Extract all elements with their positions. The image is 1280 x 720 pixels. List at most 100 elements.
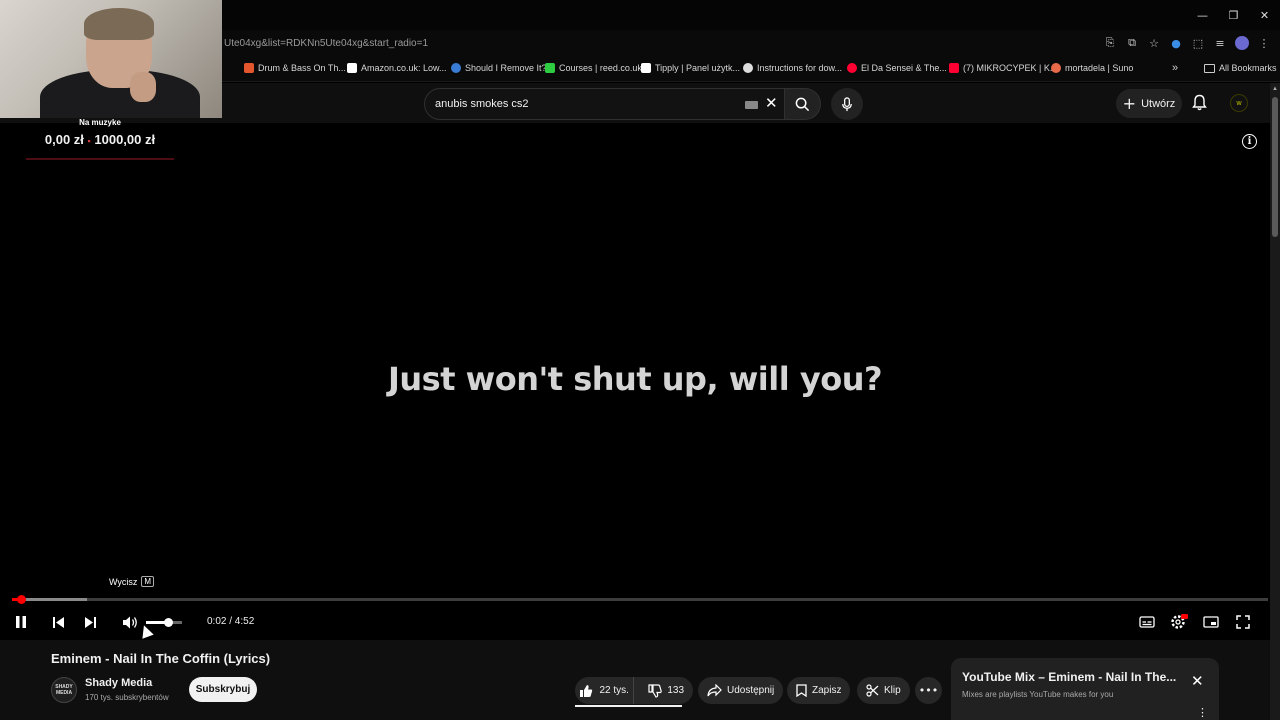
search-box[interactable]: anubis smokes cs2 ✕ [424,88,785,120]
star-icon[interactable]: ☆ [1146,35,1162,51]
pause-button[interactable] [10,611,32,633]
folder-icon [1204,63,1215,73]
donation-separator: ▪ [87,136,91,146]
share-button[interactable]: Udostępnij [698,677,784,704]
more-bookmarks-icon[interactable]: » [1172,62,1178,74]
profile-icon[interactable] [1234,35,1250,51]
install-app-icon[interactable]: ⎘ [1102,35,1118,51]
window-controls: — ❐ ✕ [1187,0,1280,30]
subscribe-button[interactable]: Subskrybuj [189,677,257,702]
youtube-mix-panel[interactable]: YouTube Mix – Eminem - Nail In The... Mi… [951,658,1219,720]
restore-icon[interactable]: ❐ [1218,0,1249,30]
webcam-person-hair [84,8,154,40]
next-icon [84,616,96,628]
bookmark-item[interactable]: (7) MIKROCYPEK | K... [949,63,1057,73]
progress-bar[interactable] [12,595,1268,604]
close-window-icon[interactable]: ✕ [1249,0,1280,30]
clip-button[interactable]: Klip [857,677,910,704]
bookmark-favicon-icon [1051,63,1061,73]
more-vertical-icon[interactable]: ⋮ [1197,706,1208,719]
shortcut-key: M [141,576,155,587]
bookmark-favicon-icon [743,63,753,73]
scrollbar-thumb[interactable] [1272,97,1278,237]
page-scrollbar[interactable]: ▲ [1270,83,1280,720]
donation-progress-bar [26,158,174,160]
bookmark-item[interactable]: Courses | reed.co.uk [545,63,642,73]
voice-search-button[interactable] [831,88,863,120]
bookmark-item[interactable]: Instructions for dow... [743,63,842,73]
miniplayer-icon [1203,616,1219,628]
mix-title: YouTube Mix – Eminem - Nail In The... [962,670,1177,684]
bookmark-item[interactable]: Amazon.co.uk: Low... [347,63,447,73]
volume-knob[interactable] [163,618,173,627]
mute-button[interactable] [119,611,141,633]
next-button[interactable] [79,611,101,633]
clear-search-icon[interactable]: ✕ [765,94,778,112]
save-button[interactable]: Zapisz [787,677,851,704]
subtitles-button[interactable] [1136,611,1158,633]
progress-scrubber[interactable] [16,595,26,604]
more-actions-button[interactable]: ••• [915,677,942,704]
scroll-up-icon[interactable]: ▲ [1272,86,1278,92]
bookmark-favicon-icon [347,63,357,73]
like-dislike-group: 22 tys. 133 [575,677,693,704]
previous-icon [52,616,64,628]
chrome-menu-icon[interactable]: ⋮ [1256,35,1272,51]
mute-tooltip: Wycisz M [109,576,155,587]
donation-goal: 1000,00 zł [94,132,156,147]
pause-icon [16,616,26,628]
subtitles-icon [1139,616,1155,628]
settings-button[interactable] [1168,611,1190,633]
video-title: Eminem - Nail In The Coffin (Lyrics) [51,651,271,666]
media-controls-icon[interactable]: ≡ [1212,35,1228,51]
bookmark-icon [796,684,807,697]
extension-blue-icon[interactable]: ● [1168,35,1184,51]
plus-icon: + [1122,94,1137,113]
bookmark-item[interactable]: Tipply | Panel użytk... [641,63,740,73]
webcam-overlay [0,0,222,118]
time-display: 0:02 / 4:52 [207,616,255,627]
donation-current: 0,00 zł [44,132,84,147]
thumbs-down-icon [648,683,663,698]
volume-slider[interactable] [146,618,182,627]
webcam-person-hand [130,72,156,102]
notifications-button[interactable] [1192,94,1207,116]
like-button[interactable]: 22 tys. [575,677,635,704]
extensions-puzzle-icon[interactable]: ⬚ [1190,35,1206,51]
bookmark-favicon-icon [641,63,651,73]
bookmark-favicon-icon [244,63,254,73]
search-input[interactable]: anubis smokes cs2 [435,98,529,110]
video-lyric-text: Just won't shut up, will you? [387,360,883,398]
microphone-icon [842,96,852,111]
bookmark-favicon-icon [847,63,857,73]
bell-icon [1192,94,1207,111]
miniplayer-button[interactable] [1200,611,1222,633]
create-button[interactable]: + Utwórz [1116,89,1182,118]
share-icon [707,684,722,697]
bookmark-item[interactable]: El Da Sensei & The... [847,63,947,73]
info-icon[interactable]: i [1242,134,1257,149]
minimize-icon[interactable]: — [1187,0,1218,30]
url-field[interactable]: Ute04xg&list=RDKNn5Ute04xg&start_radio=1 [224,38,428,49]
translate-icon[interactable]: ⧉ [1124,35,1140,51]
bookmark-favicon-icon [451,63,461,73]
bookmark-item[interactable]: Drum & Bass On Th... [244,63,346,73]
channel-avatar[interactable]: SHADY MEDIA [51,677,77,703]
channel-name[interactable]: Shady Media [85,677,152,689]
bookmark-favicon-icon [545,63,555,73]
thumbs-up-icon [580,684,593,697]
bookmark-item[interactable]: Should I Remove It? [451,63,547,73]
close-icon[interactable]: ✕ [1191,672,1204,690]
search-button[interactable] [785,88,821,120]
all-bookmarks-button[interactable]: All Bookmarks [1204,63,1277,73]
donation-amounts: 0,00 zł ▪ 1000,00 zł [26,132,174,147]
dislike-button[interactable]: 133 [639,677,693,704]
fullscreen-button[interactable] [1232,611,1254,633]
previous-button[interactable] [47,611,69,633]
account-avatar[interactable]: w [1230,94,1248,112]
mix-subtitle: Mixes are playlists YouTube makes for yo… [962,690,1114,699]
keyboard-icon[interactable] [745,101,758,109]
search-icon [795,97,810,111]
donation-goal-widget: Na muzyke 0,00 zł ▪ 1000,00 zł [26,118,174,162]
bookmark-item[interactable]: mortadela | Suno [1051,63,1133,73]
